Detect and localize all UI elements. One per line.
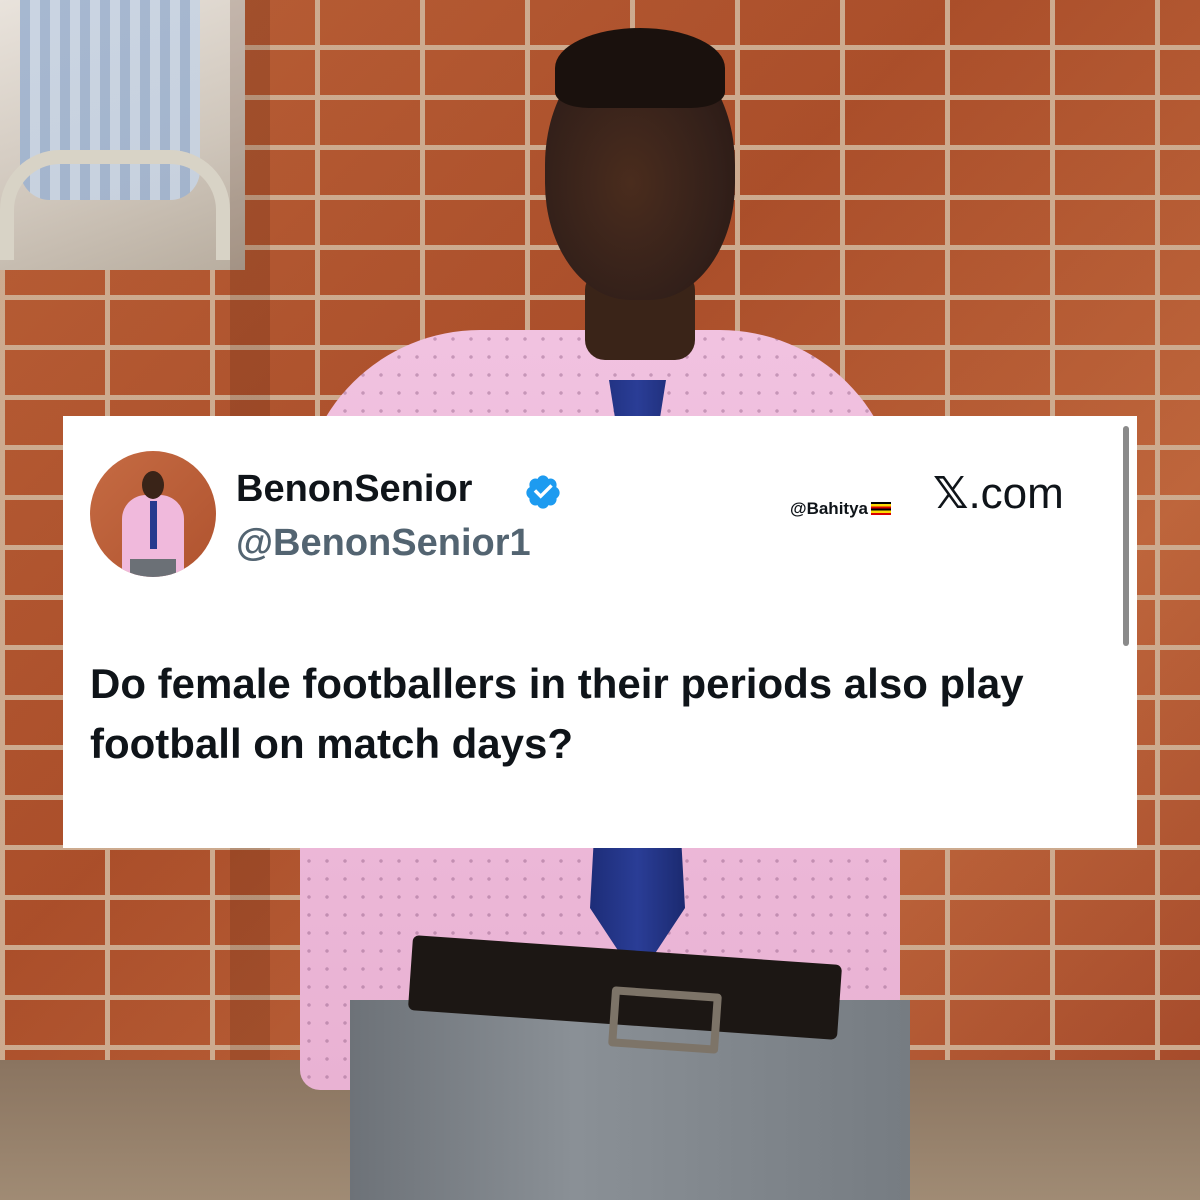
scrollbar[interactable] (1123, 426, 1129, 646)
avatar[interactable] (90, 451, 216, 577)
man-hair (555, 28, 725, 108)
x-com-brand: 𝕏.com (933, 468, 1064, 519)
x-logo-icon: 𝕏 (933, 469, 969, 518)
tweet-text: Do female footballers in their periods a… (90, 660, 1024, 767)
user-handle[interactable]: @BenonSenior1 (236, 522, 531, 565)
background-photo: BenonSenior @BenonSenior1 @Bahitya 𝕏.com… (0, 0, 1200, 1200)
avatar-figure-legs (130, 559, 176, 577)
belt-buckle (608, 986, 722, 1054)
brand-domain: .com (968, 469, 1064, 518)
watermark: @Bahitya (790, 499, 891, 519)
uganda-flag-icon (871, 502, 891, 515)
background-scene (0, 0, 245, 270)
tweet-card: BenonSenior @BenonSenior1 @Bahitya 𝕏.com… (63, 416, 1137, 848)
watermark-text: @Bahitya (790, 499, 868, 518)
avatar-figure-head (142, 471, 164, 499)
display-name[interactable]: BenonSenior (236, 468, 472, 511)
background-chair (0, 150, 230, 260)
avatar-figure-tie (150, 501, 157, 549)
verified-badge-icon (526, 475, 560, 509)
